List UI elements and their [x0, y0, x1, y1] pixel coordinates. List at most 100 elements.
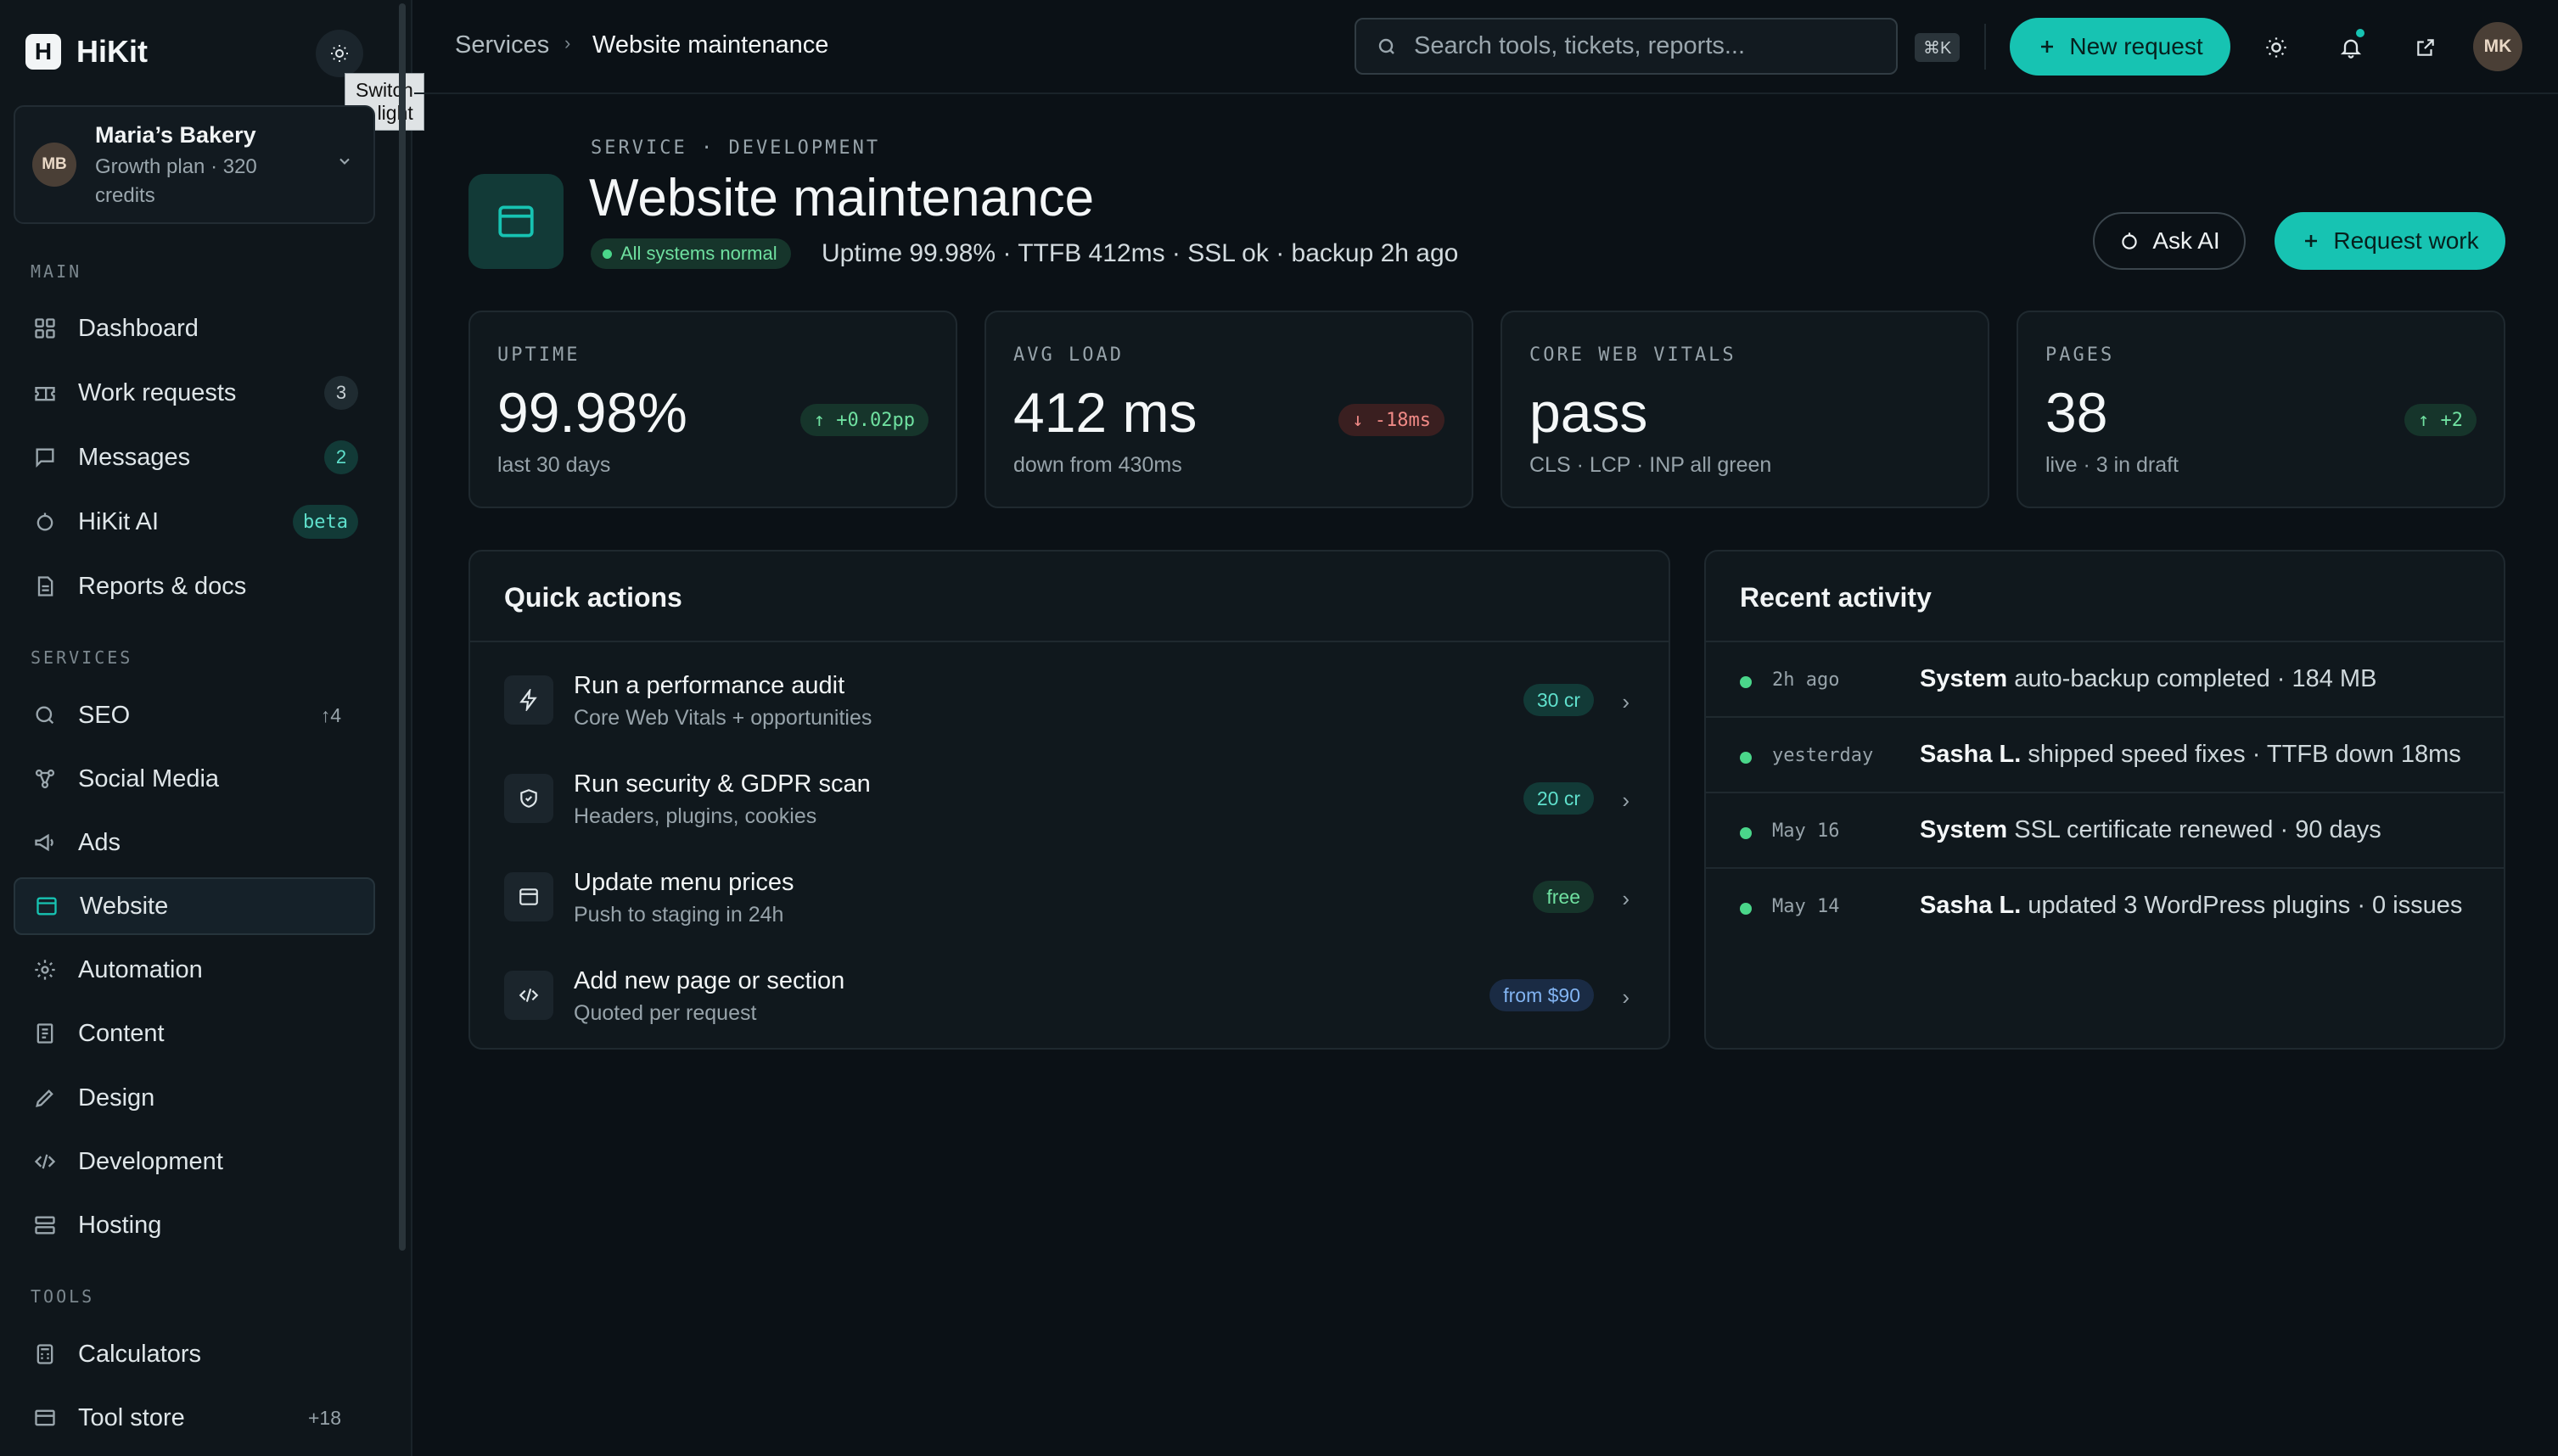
sidebar-item-label: Work requests	[78, 378, 237, 406]
logo: H	[25, 34, 61, 70]
stat-note: CLS · LCP · INP all green	[1529, 453, 1772, 477]
sidebar-item-label: Calculators	[78, 1340, 202, 1368]
sidebar-item-website[interactable]: Website	[14, 877, 375, 935]
code-icon	[32, 1149, 58, 1174]
trend-indicator: ↑4	[320, 703, 341, 726]
sidebar-item-label: Reports & docs	[78, 572, 247, 600]
status-dot	[1740, 903, 1752, 915]
status-badge: All systems normal	[591, 238, 791, 269]
sidebar-item-label: Social Media	[78, 764, 220, 792]
activity-item[interactable]: May 14 Sasha L. updated 3 WordPress plug…	[1706, 869, 2504, 944]
quick-action-security-scan[interactable]: Run security & GDPR scan Headers, plugin…	[470, 748, 1669, 847]
page-icon	[468, 174, 564, 269]
activity-time: May 16	[1772, 820, 1840, 842]
activity-item[interactable]: yesterday Sasha L. shipped speed fixes ·…	[1706, 718, 2504, 793]
status-dot	[603, 249, 612, 259]
sidebar-item-messages[interactable]: Messages 2	[14, 428, 375, 486]
stat-note: live · 3 in draft	[2045, 453, 2179, 477]
shield-icon	[504, 774, 553, 823]
stat-value: 412 ms	[1013, 381, 1198, 444]
action-title: Add new page or section	[574, 967, 845, 994]
section-label-tools: TOOLS	[31, 1286, 95, 1307]
sidebar-item-label: HiKit AI	[78, 507, 160, 535]
divider	[470, 641, 1669, 642]
sidebar-item-automation[interactable]: Automation	[14, 941, 375, 999]
sidebar-item-tool-store[interactable]: Tool store +18	[14, 1389, 375, 1447]
quick-actions-panel: Quick actions Run a performance audit Co…	[468, 550, 1670, 1050]
sidebar-item-label: Website	[80, 892, 169, 920]
sidebar-item-social-media[interactable]: Social Media	[14, 750, 375, 808]
activity-item[interactable]: 2h ago System auto-backup completed · 18…	[1706, 642, 2504, 718]
sidebar-scrollbar[interactable]	[399, 3, 406, 1251]
action-subtitle: Push to staging in 24h	[574, 903, 784, 927]
breadcrumb-services[interactable]: Services	[455, 31, 549, 59]
new-request-button[interactable]: New request	[2010, 18, 2230, 76]
sidebar-item-seo[interactable]: SEO ↑4	[14, 686, 375, 744]
action-subtitle: Headers, plugins, cookies	[574, 804, 817, 828]
sidebar-item-label: Dashboard	[78, 314, 199, 342]
account-switcher[interactable]: MB Maria’s Bakery Growth plan · 320 cred…	[14, 105, 375, 224]
sidebar-item-hosting[interactable]: Hosting	[14, 1196, 375, 1254]
count-badge: 3	[324, 376, 358, 410]
activity-time: yesterday	[1772, 745, 1874, 766]
trend-chip: ↓ -18ms	[1338, 404, 1444, 436]
sidebar-item-ads[interactable]: Ads	[14, 814, 375, 871]
sidebar-item-content[interactable]: Content	[14, 1005, 375, 1062]
section-label-main: MAIN	[31, 261, 82, 282]
request-work-button[interactable]: Request work	[2275, 212, 2505, 270]
sidebar-item-label: SEO	[78, 701, 131, 729]
sidebar-item-label: Messages	[78, 443, 191, 471]
sidebar-item-label: Ads	[78, 828, 121, 856]
shortcut-hint: ⌘K	[1915, 33, 1961, 62]
sidebar-item-reports[interactable]: Reports & docs	[14, 557, 375, 615]
sidebar-item-hikit-ai[interactable]: HiKit AI beta	[14, 493, 375, 551]
status-text: All systems normal	[620, 243, 777, 264]
grid-icon	[32, 316, 58, 341]
chevron-right-icon: ›	[564, 32, 571, 53]
ask-ai-button[interactable]: Ask AI	[2093, 212, 2246, 270]
search-input[interactable]: Search tools, tickets, reports...	[1355, 18, 1898, 75]
status-dot	[1740, 752, 1752, 764]
quick-action-performance-audit[interactable]: Run a performance audit Core Web Vitals …	[470, 650, 1669, 748]
stat-label: CORE WEB VITALS	[1529, 344, 1736, 366]
app-name: HiKit	[76, 34, 148, 69]
calculator-icon	[32, 1341, 58, 1367]
activity-actor: System	[1920, 665, 2008, 692]
sidebar-item-calculators[interactable]: Calculators	[14, 1325, 375, 1383]
gear-icon	[32, 957, 58, 983]
topbar: Services › Website maintenance Search to…	[414, 0, 2558, 94]
plus-icon	[2305, 235, 2318, 247]
trend-chip: ↑ +2	[2404, 404, 2477, 436]
quick-action-add-page[interactable]: Add new page or section Quoted per reque…	[470, 945, 1669, 1044]
activity-description: updated 3 WordPress plugins · 0 issues	[2028, 892, 2463, 919]
price-badge: 30 cr	[1523, 684, 1594, 716]
stat-note: last 30 days	[497, 453, 611, 477]
user-avatar[interactable]: MK	[2473, 22, 2522, 71]
stat-value: pass	[1529, 381, 1648, 444]
theme-toggle-button[interactable]	[316, 30, 363, 77]
page-eyebrow: SERVICE · DEVELOPMENT	[591, 137, 881, 159]
notifications-button[interactable]	[2327, 24, 2375, 71]
count-badge: 2	[324, 440, 358, 474]
status-dot	[1740, 827, 1752, 839]
sidebar-item-dashboard[interactable]: Dashboard	[14, 300, 375, 357]
open-external-button[interactable]	[2402, 24, 2449, 71]
brand[interactable]: H HiKit	[25, 34, 148, 70]
bell-icon	[2340, 39, 2362, 59]
theme-toggle-button[interactable]	[2252, 24, 2300, 71]
chevron-right-icon: ›	[1622, 689, 1630, 714]
trend-chip: ↑ +0.02pp	[799, 404, 928, 436]
sidebar-item-design[interactable]: Design	[14, 1069, 375, 1127]
sidebar-item-work-requests[interactable]: Work requests 3	[14, 364, 375, 422]
activity-text: System auto-backup completed · 184 MB	[1920, 665, 2376, 693]
sidebar-item-development[interactable]: Development	[14, 1133, 375, 1190]
page-subtitle: Uptime 99.98% · TTFB 412ms · SSL ok · ba…	[822, 239, 1459, 267]
sun-icon	[331, 45, 348, 62]
stat-label: PAGES	[2045, 344, 2115, 366]
activity-item[interactable]: May 16 System SSL certificate renewed · …	[1706, 793, 2504, 869]
browser-icon	[504, 872, 553, 921]
quick-action-update-menu[interactable]: Update menu prices Push to staging in 24…	[470, 847, 1669, 945]
activity-time: 2h ago	[1772, 669, 1840, 691]
price-badge: free	[1533, 881, 1594, 913]
browser-icon	[498, 205, 534, 238]
